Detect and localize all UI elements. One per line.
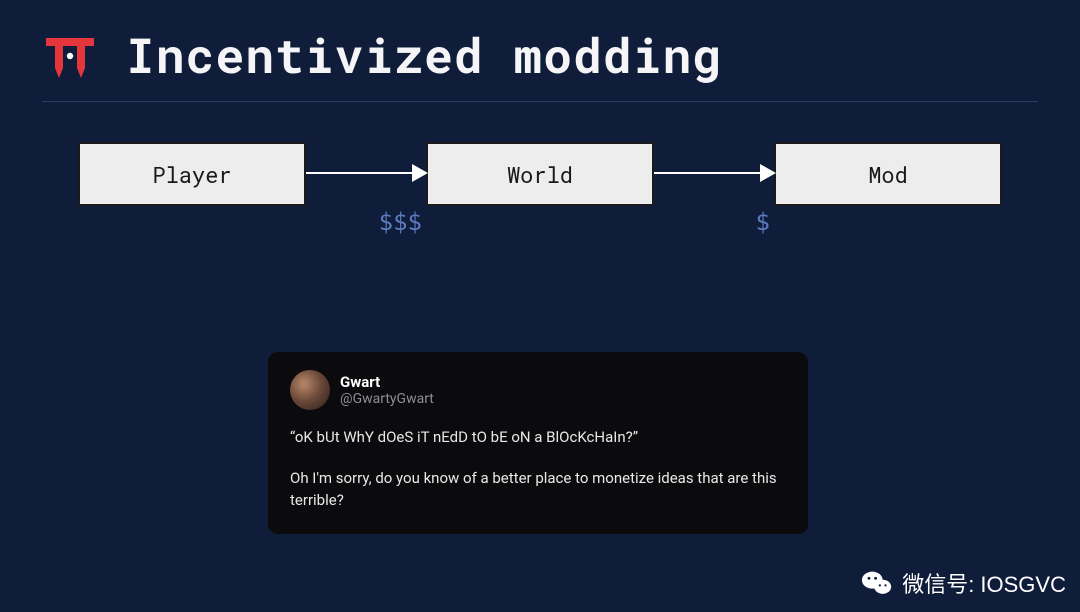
brand-logo-icon	[42, 32, 98, 80]
node-label: Player	[152, 160, 231, 189]
watermark-label: 微信号: IOSGVC	[902, 567, 1066, 599]
node-player: Player	[78, 142, 306, 206]
tweet-card: Gwart @GwartyGwart “oK bUt WhY dOeS iT n…	[268, 352, 808, 534]
node-mod: Mod	[774, 142, 1002, 206]
title-row: Incentivized modding	[42, 24, 1038, 101]
slide-content: Incentivized modding Player $$$ World $ …	[0, 0, 1080, 206]
slide-title: Incentivized modding	[126, 24, 722, 87]
arrow-label: $$$	[379, 208, 422, 236]
arrow-line-icon	[306, 172, 426, 174]
arrow-label: $	[756, 208, 770, 236]
arrow-line-icon	[654, 172, 774, 174]
tweet-body: “oK bUt WhY dOeS iT nEdD tO bE oN a BlOc…	[290, 426, 786, 512]
avatar	[290, 370, 330, 410]
tweet-line-2: Oh I'm sorry, do you know of a better pl…	[290, 467, 786, 512]
node-world: World	[426, 142, 654, 206]
watermark: 微信号: IOSGVC	[860, 566, 1066, 600]
node-label: Mod	[868, 160, 908, 189]
tweet-names: Gwart @GwartyGwart	[340, 373, 434, 408]
arrow-head-icon	[412, 164, 428, 182]
arrow-world-to-mod: $	[654, 142, 774, 206]
tweet-header: Gwart @GwartyGwart	[290, 370, 786, 410]
tweet-handle: @GwartyGwart	[340, 391, 434, 408]
divider	[42, 101, 1038, 102]
tweet-line-1: “oK bUt WhY dOeS iT nEdD tO bE oN a BlOc…	[290, 426, 786, 449]
arrow-head-icon	[760, 164, 776, 182]
flow-diagram: Player $$$ World $ Mod	[60, 142, 1020, 206]
node-label: World	[507, 160, 573, 189]
tweet-display-name: Gwart	[340, 373, 434, 391]
arrow-player-to-world: $$$	[306, 142, 426, 206]
wechat-icon	[860, 566, 894, 600]
